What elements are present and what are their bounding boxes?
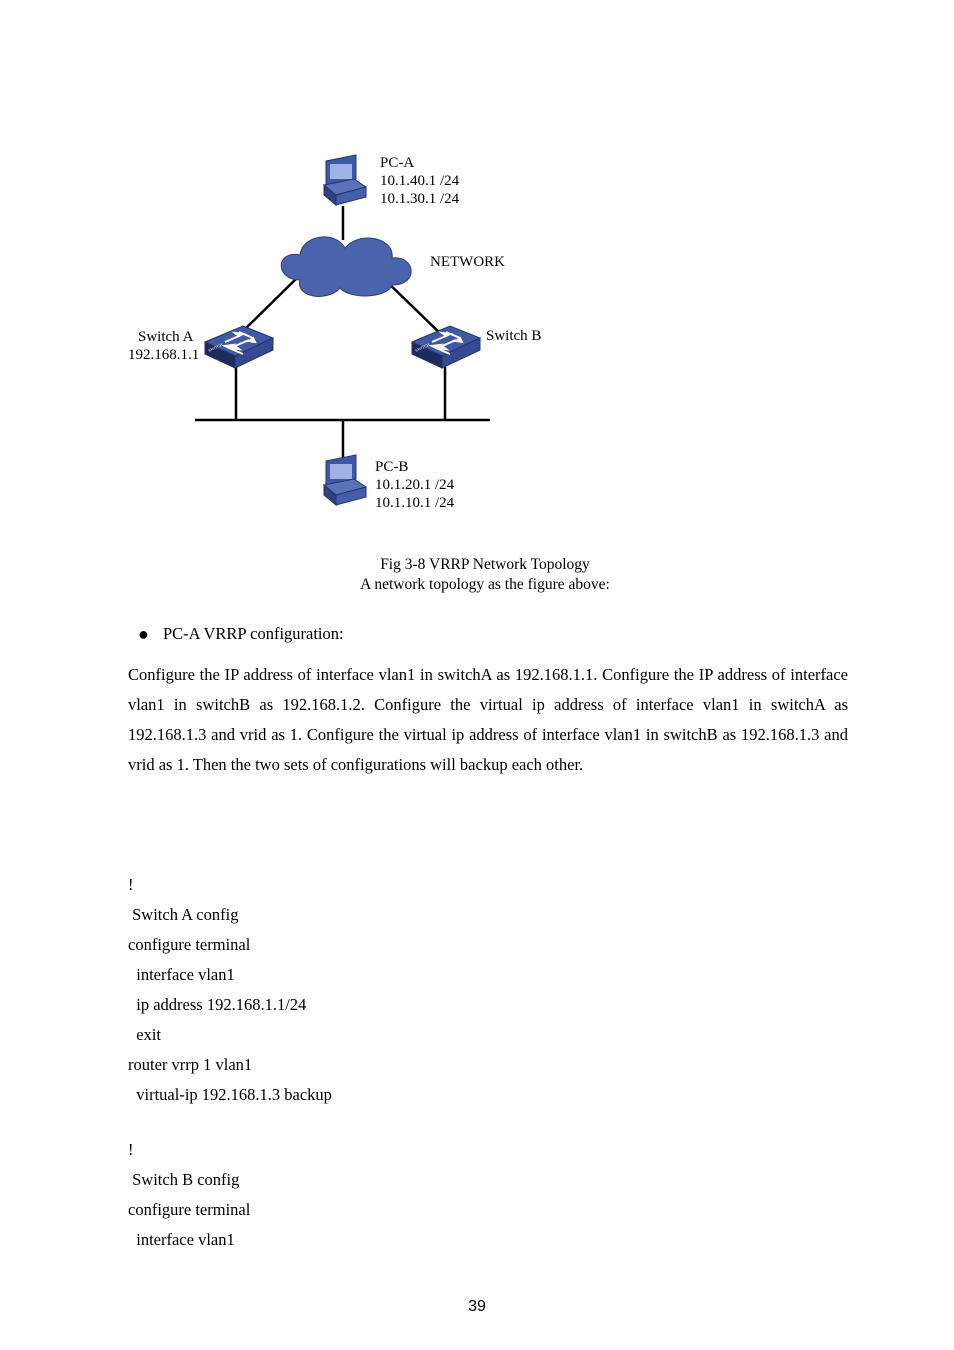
cloud-label: NETWORK [430, 253, 505, 271]
page-container: SWITCH SWITCH [0, 0, 954, 1350]
network-diagram: SWITCH SWITCH [150, 130, 590, 550]
pc-b-addr1: 10.1.20.1 /24 [375, 476, 454, 494]
figure-caption-line1: Fig 3-8 VRRP Network Topology [125, 555, 845, 575]
bullet-heading: PC-A VRRP configuration: [163, 624, 344, 644]
cli-block-a: ! Switch A config configure terminal int… [128, 870, 848, 1110]
figure-caption-line2: A network topology as the figure above: [125, 575, 845, 595]
switch-b-name: Switch B [486, 327, 541, 345]
page-number: 39 [0, 1298, 954, 1316]
switch-a-ip: 192.168.1.1 [128, 346, 199, 364]
figure-caption: Fig 3-8 VRRP Network Topology A network … [125, 555, 845, 595]
cli-block-b: ! Switch B config configure terminal int… [128, 1135, 848, 1255]
pc-a-addr2: 10.1.30.1 /24 [380, 190, 459, 208]
pc-a-label: PC-A [380, 154, 414, 172]
pc-a-addr1: 10.1.40.1 /24 [380, 172, 459, 190]
bullet-icon: ● [138, 624, 149, 645]
pc-b-label: PC-B [375, 458, 408, 476]
switch-a-name: Switch A [138, 328, 193, 346]
body-paragraph: Configure the IP address of interface vl… [128, 660, 848, 780]
pc-b-addr2: 10.1.10.1 /24 [375, 494, 454, 512]
